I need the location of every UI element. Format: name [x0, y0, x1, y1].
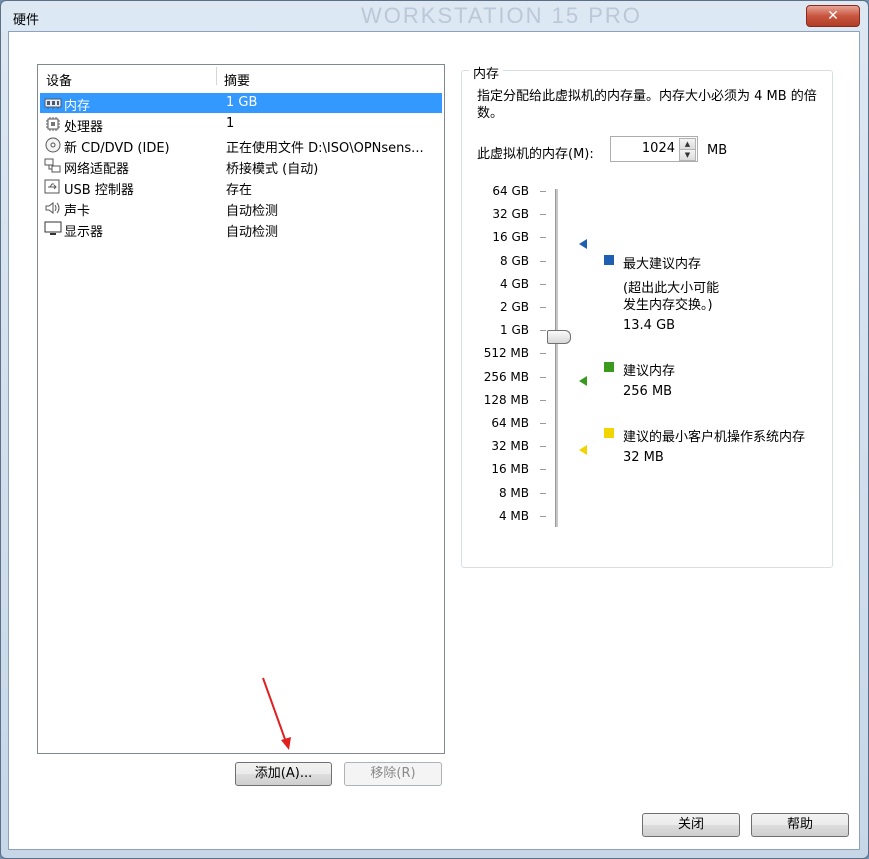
annotation-arrow-icon — [262, 677, 291, 750]
